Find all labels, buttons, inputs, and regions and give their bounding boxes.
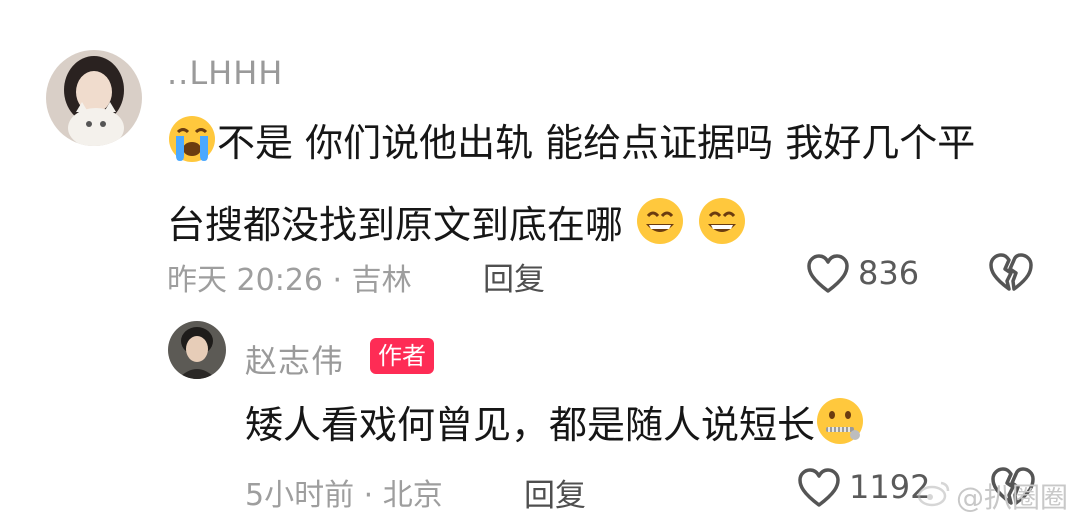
- weibo-logo-icon: [917, 479, 951, 511]
- reply-username[interactable]: 赵志伟: [245, 336, 344, 382]
- comment-reply-button[interactable]: 回复: [483, 254, 545, 299]
- reply-text: 矮人看戏何曾见，都是随人说短长: [245, 388, 865, 470]
- reply-reply-button[interactable]: 回复: [524, 470, 586, 515]
- comment-text-line2: 台搜都没找到原文到底在哪: [167, 203, 624, 247]
- comment-meta: 昨天 20:26 · 吉林: [167, 263, 412, 298]
- comment-avatar[interactable]: [46, 50, 142, 146]
- author-badge: 作者: [370, 338, 434, 374]
- heart-icon: [806, 253, 850, 299]
- comment-username[interactable]: ..LHHH: [167, 54, 283, 92]
- comment-text-line1: 不是 你们说他出轨 能给点证据吗 我好几个平: [217, 121, 976, 165]
- reply-meta: 5小时前 · 北京: [245, 478, 443, 513]
- reply-text-body: 矮人看戏何曾见，都是随人说短长: [245, 403, 816, 447]
- comment-text: 不是 你们说他出轨 能给点证据吗 我好几个平 台搜都没找到原文到底在哪: [167, 106, 1047, 270]
- heart-icon: [797, 467, 841, 513]
- crying-face-icon: [167, 114, 217, 188]
- watermark: @扒圈圈: [956, 481, 1069, 514]
- grinning-face-icon: [697, 196, 747, 270]
- zipper-mouth-face-icon: [815, 396, 865, 470]
- comment-like-button[interactable]: 836: [806, 250, 956, 300]
- comment-like-count: 836: [858, 254, 920, 292]
- reply-avatar[interactable]: [168, 321, 226, 379]
- grinning-face-icon: [635, 196, 685, 270]
- broken-heart-icon[interactable]: [988, 253, 1034, 299]
- reply-like-button[interactable]: 1192: [797, 464, 937, 514]
